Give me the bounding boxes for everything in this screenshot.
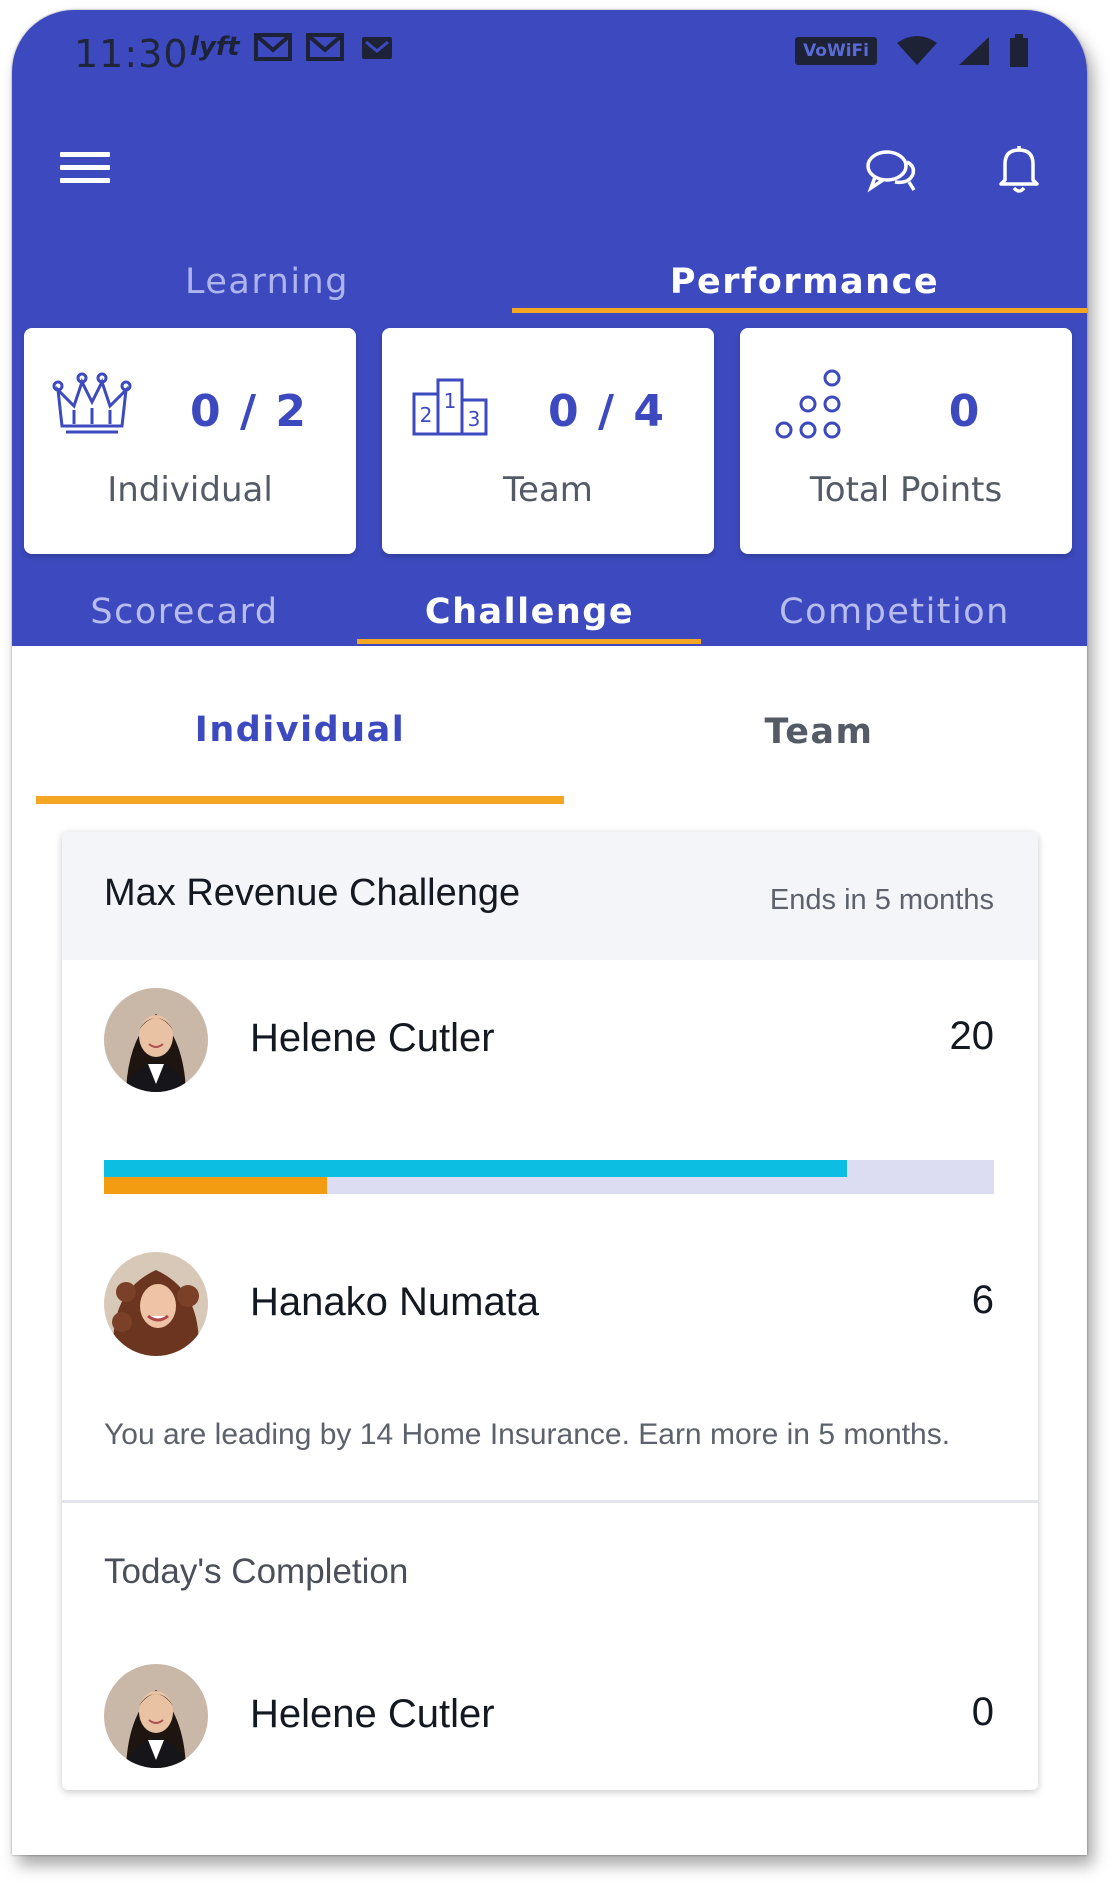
participant-name: Hanako Numata xyxy=(250,1280,540,1324)
lyft-icon: lyft xyxy=(190,32,240,62)
tab-performance-indicator xyxy=(512,308,1087,313)
points-icon xyxy=(775,369,841,439)
tab-competition[interactable]: Competition xyxy=(702,592,1087,632)
leading-message: You are leading by 14 Home Insurance. Ea… xyxy=(104,1418,951,1451)
progress-leader xyxy=(104,1160,848,1177)
tab-learning[interactable]: Learning xyxy=(12,262,522,302)
avatar xyxy=(104,1664,208,1768)
participant-score: 20 xyxy=(949,1014,995,1058)
tab-scorecard[interactable]: Scorecard xyxy=(12,592,357,632)
leaderboard-row[interactable]: Hanako Numata 6 xyxy=(62,1252,1038,1362)
completion-row[interactable]: Helene Cutler 0 xyxy=(62,1664,1038,1774)
subtab-individual[interactable]: Individual xyxy=(36,710,564,750)
challenge-progress-bar xyxy=(104,1160,994,1194)
notification-icons: lyft xyxy=(190,32,396,62)
participant-name: Helene Cutler xyxy=(250,1692,495,1736)
mail-icon xyxy=(253,33,292,61)
status-right: VoWiFi xyxy=(795,34,1029,68)
stat-card-team[interactable]: 2 1 3 0 / 4 Team xyxy=(382,328,714,554)
phone-frame: 11:30 lyft VoWiFi Learning Performance 0… xyxy=(12,10,1087,1855)
app-header: 11:30 lyft VoWiFi Learning Performance 0… xyxy=(12,10,1087,646)
bell-icon[interactable] xyxy=(997,142,1041,194)
tab-performance[interactable]: Performance xyxy=(522,262,1087,302)
completion-title: Today's Completion xyxy=(104,1552,409,1591)
gmail-icon xyxy=(361,37,392,59)
subtab-individual-indicator xyxy=(36,796,564,804)
podium-icon: 2 1 3 xyxy=(412,378,488,436)
divider xyxy=(62,1500,1038,1503)
stat-label-individual: Individual xyxy=(107,470,273,510)
chat-icon[interactable] xyxy=(865,146,917,194)
participant-score: 0 xyxy=(971,1690,994,1734)
stat-value-total-points: 0 xyxy=(948,386,982,437)
status-time: 11:30 xyxy=(74,32,189,76)
progress-second xyxy=(104,1177,327,1194)
svg-text:3: 3 xyxy=(468,407,481,431)
challenge-card-header: Max Revenue Challenge Ends in 5 months xyxy=(62,832,1038,960)
stat-label-team: Team xyxy=(503,470,593,510)
challenge-title: Max Revenue Challenge xyxy=(104,872,521,914)
leaderboard-row[interactable]: Helene Cutler 20 xyxy=(62,988,1038,1098)
crown-icon xyxy=(52,372,132,434)
stat-label-total-points: Total Points xyxy=(809,470,1003,510)
tab-challenge[interactable]: Challenge xyxy=(357,592,702,632)
svg-text:2: 2 xyxy=(420,403,433,427)
battery-icon xyxy=(1010,34,1028,67)
mail-icon xyxy=(305,33,344,61)
subtab-team[interactable]: Team xyxy=(564,712,1074,752)
avatar xyxy=(104,1252,208,1356)
menu-button[interactable] xyxy=(60,152,110,188)
participant-score: 6 xyxy=(971,1278,994,1322)
stat-card-individual[interactable]: 0 / 2 Individual xyxy=(24,328,356,554)
vowifi-badge: VoWiFi xyxy=(795,37,877,65)
stat-card-total-points[interactable]: 0 Total Points xyxy=(740,328,1072,554)
avatar xyxy=(104,988,208,1092)
participant-name: Helene Cutler xyxy=(250,1016,495,1060)
stat-value-individual: 0 / 2 xyxy=(190,386,308,437)
tab-challenge-indicator xyxy=(357,639,701,644)
challenge-card: Max Revenue Challenge Ends in 5 months H… xyxy=(62,832,1038,1790)
wifi-icon xyxy=(897,36,937,65)
challenge-ends: Ends in 5 months xyxy=(769,884,994,916)
stat-value-team: 0 / 4 xyxy=(548,386,666,437)
signal-icon xyxy=(959,37,989,65)
svg-text:1: 1 xyxy=(444,389,457,413)
